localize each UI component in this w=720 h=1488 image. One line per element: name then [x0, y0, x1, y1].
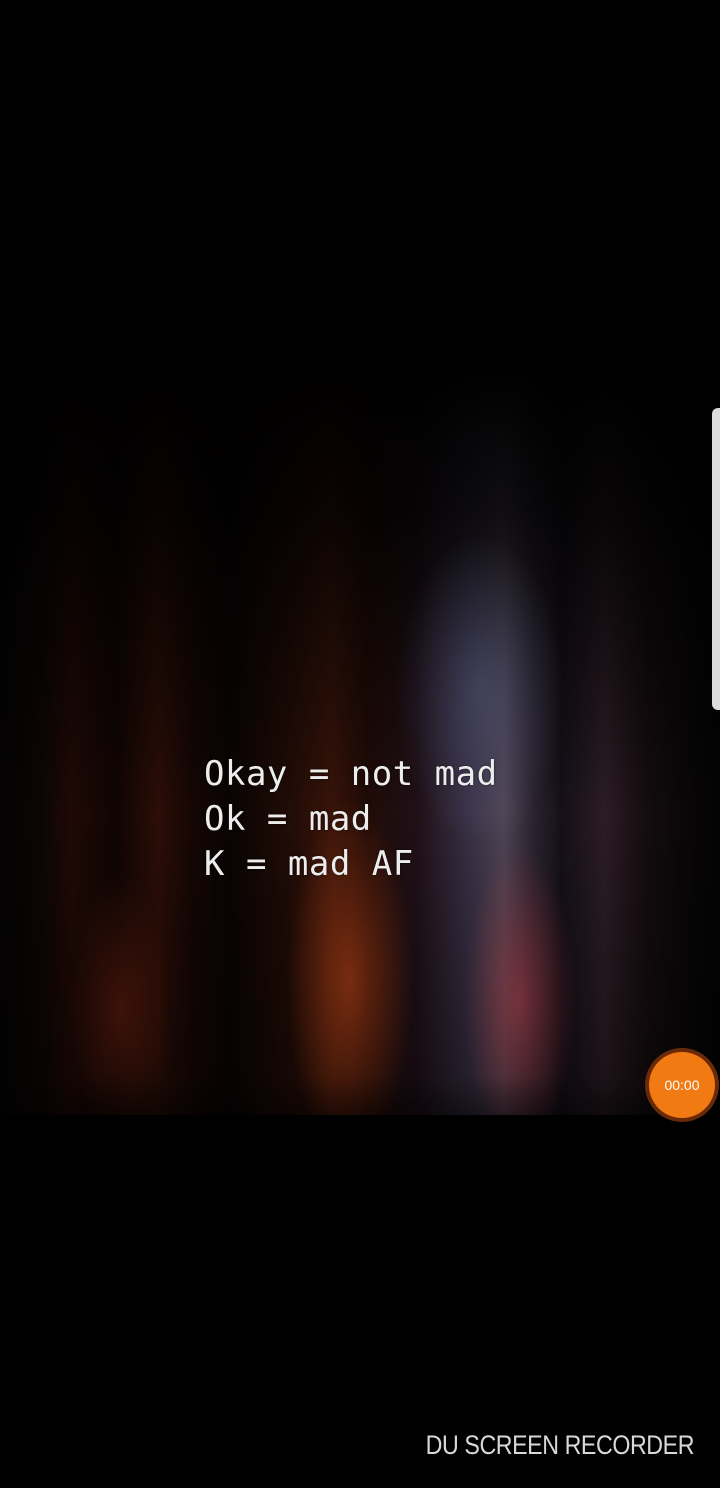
quote-line-3: K = mad AF	[204, 844, 414, 884]
quote-line-2: Ok = mad	[204, 799, 372, 839]
light-glow-overlay	[0, 360, 720, 1115]
recorder-watermark: DU SCREEN RECORDER	[425, 1430, 695, 1460]
recorder-timer-label: 00:00	[649, 1052, 715, 1118]
recorder-timer-button[interactable]: 00:00	[645, 1048, 719, 1122]
image-viewer: Okay = not mad Ok = mad K = mad AF 00:00…	[0, 0, 720, 1488]
quote-text-block: Okay = not mad Ok = mad K = mad AF	[204, 752, 498, 887]
image-bottom-fade	[0, 1075, 720, 1115]
quote-line-1: Okay = not mad	[204, 754, 498, 794]
edge-panel-handle[interactable]	[712, 408, 720, 710]
dark-window-background-image	[0, 360, 720, 1115]
